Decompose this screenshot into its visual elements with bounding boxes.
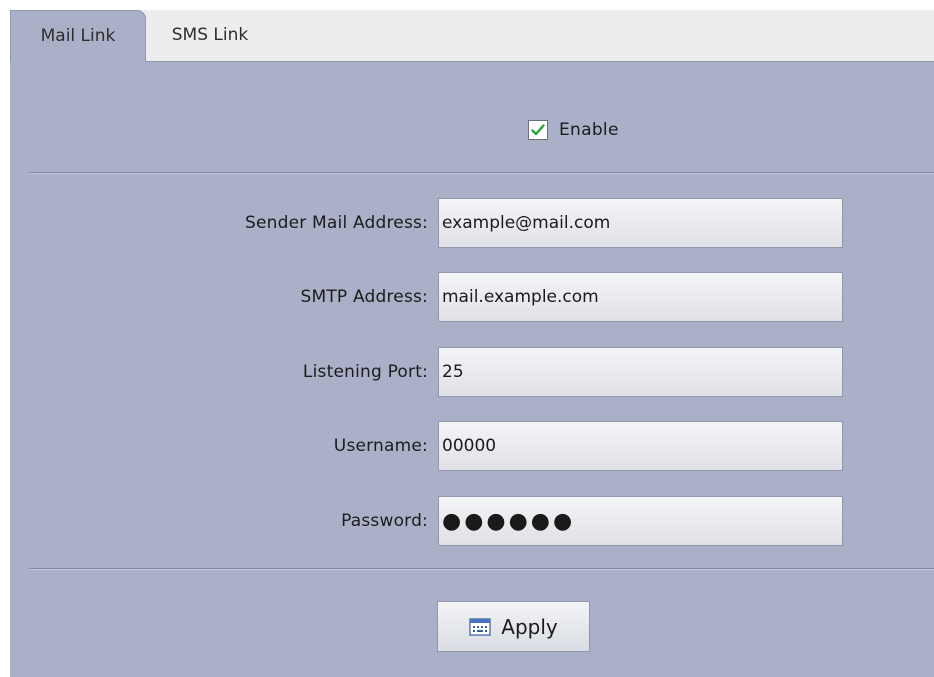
divider-top (29, 172, 934, 174)
password-input[interactable] (438, 496, 843, 546)
tab-sms-link[interactable]: SMS Link (150, 10, 270, 61)
password-row: Password: (10, 496, 934, 546)
sender-mail-address-row: Sender Mail Address: (10, 198, 934, 248)
mail-link-panel: Mail Link SMS Link Enable Sender Mail Ad… (10, 10, 934, 677)
listening-port-label: Listening Port: (302, 362, 428, 382)
sender-mail-address-input[interactable] (438, 198, 843, 248)
tab-bar: Mail Link SMS Link (10, 10, 934, 62)
divider-bottom (29, 568, 934, 570)
enable-checkbox[interactable] (528, 120, 548, 140)
password-label: Password: (341, 511, 428, 531)
apply-button[interactable]: Apply (437, 601, 590, 652)
checkmark-icon (531, 124, 545, 136)
smtp-address-input[interactable] (438, 272, 843, 322)
smtp-address-row: SMTP Address: (10, 272, 934, 322)
username-input[interactable] (438, 421, 843, 471)
tab-mail-link[interactable]: Mail Link (10, 10, 146, 62)
listening-port-row: Listening Port: (10, 347, 934, 397)
keyboard-icon (469, 617, 491, 636)
enable-row[interactable]: Enable (528, 118, 619, 142)
smtp-address-label: SMTP Address: (300, 287, 428, 307)
enable-label: Enable (559, 120, 619, 140)
username-row: Username: (10, 421, 934, 471)
listening-port-input[interactable] (438, 347, 843, 397)
sender-mail-address-label: Sender Mail Address: (244, 213, 428, 233)
username-label: Username: (333, 436, 428, 456)
apply-label: Apply (501, 614, 558, 639)
